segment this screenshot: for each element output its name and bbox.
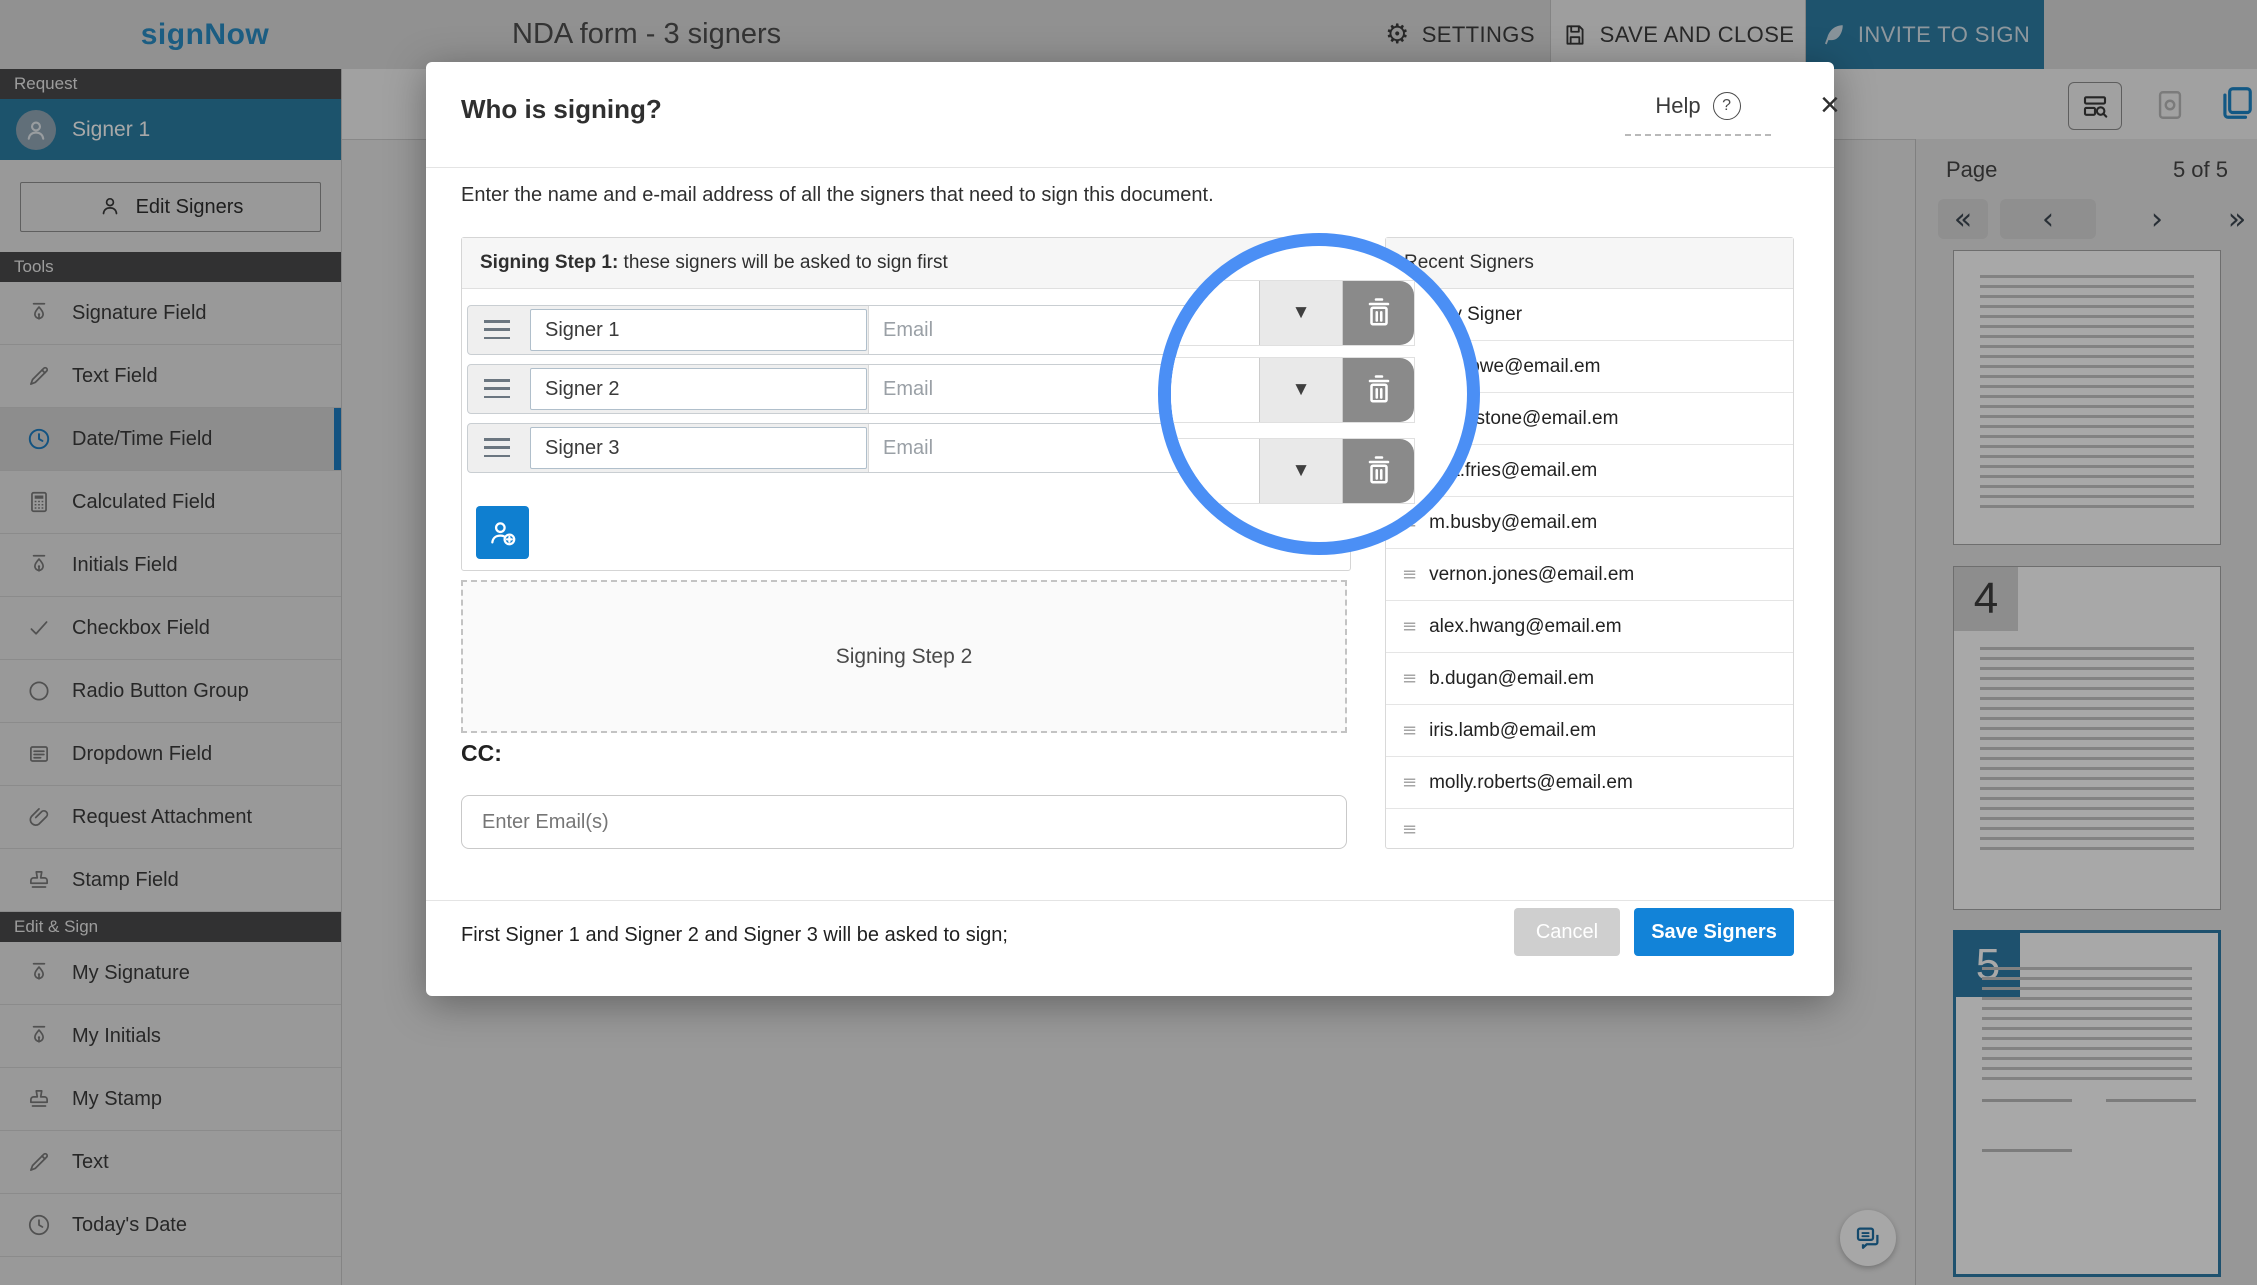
step1-title-bold: Signing Step 1:	[480, 252, 618, 274]
signer-name-input[interactable]	[530, 427, 867, 469]
add-signer-button[interactable]	[476, 506, 529, 559]
magnified-email-cell	[1158, 358, 1259, 422]
recent-signer-label: vernon.jones@email.em	[1429, 564, 1634, 586]
who-is-signing-modal: Who is signing? Help ? × Enter the name …	[426, 62, 1834, 996]
magnified-signer-row: ▼	[1158, 438, 1415, 504]
modal-footer-divider	[426, 900, 1834, 901]
magnified-email-cell	[1158, 281, 1259, 345]
drag-handle-icon: ≡	[1402, 819, 1417, 840]
recent-signer-label: alex.hwang@email.em	[1429, 616, 1622, 638]
magnified-delete-button	[1343, 281, 1414, 345]
recent-signer-item[interactable]: ≡ b.dugan@email.em	[1386, 653, 1793, 705]
magnified-email-cell	[1158, 439, 1259, 503]
cc-label: CC:	[461, 740, 502, 767]
magnified-dropdown-cell: ▼	[1259, 358, 1343, 422]
recent-signers-header: Recent Signers	[1386, 238, 1793, 289]
cancel-button[interactable]: Cancel	[1514, 908, 1620, 956]
signer-name-input[interactable]	[530, 309, 867, 351]
magnified-delete-button	[1343, 439, 1414, 503]
help-label: Help	[1655, 93, 1700, 119]
help-link[interactable]: Help ?	[1625, 92, 1771, 136]
modal-description: Enter the name and e-mail address of all…	[461, 184, 1214, 207]
recent-signer-item[interactable]: ≡ molly.roberts@email.em	[1386, 757, 1793, 809]
cc-email-input[interactable]	[461, 795, 1347, 849]
app-screen: signNow NDA form - 3 signers ⚙ SETTINGS …	[0, 0, 2257, 1285]
signing-step-2-label: Signing Step 2	[836, 645, 973, 669]
recent-signer-item[interactable]: ≡ vernon.jones@email.em	[1386, 549, 1793, 601]
trash-icon	[1361, 453, 1397, 489]
signing-order-note: First Signer 1 and Signer 2 and Signer 3…	[461, 924, 1008, 947]
drag-handle-icon: ≡	[1402, 616, 1417, 637]
trash-icon	[1361, 295, 1397, 331]
modal-header-divider	[426, 167, 1834, 168]
drag-handle-icon[interactable]	[484, 438, 510, 457]
recent-signer-label: b.dugan@email.em	[1429, 668, 1594, 690]
drag-handle-icon[interactable]	[484, 379, 510, 398]
magnified-dropdown-cell: ▼	[1259, 281, 1343, 345]
drag-handle-icon: ≡	[1402, 668, 1417, 689]
drag-handle-icon: ≡	[1402, 564, 1417, 585]
signing-step-2-dropzone[interactable]: Signing Step 2	[461, 580, 1347, 733]
recent-signer-label: m.busby@email.em	[1429, 512, 1597, 534]
drag-handle-icon[interactable]	[484, 320, 510, 339]
recent-signer-label: molly.roberts@email.em	[1429, 772, 1633, 794]
magnified-signer-row: ▼	[1158, 280, 1415, 346]
drag-handle-icon: ≡	[1402, 772, 1417, 793]
signer-name-input[interactable]	[530, 368, 867, 410]
step1-title-rest: these signers will be asked to sign firs…	[618, 252, 948, 274]
magnified-dropdown-cell: ▼	[1259, 439, 1343, 503]
recent-signer-label: iris.lamb@email.em	[1429, 720, 1596, 742]
recent-signer-item[interactable]: ≡ alex.hwang@email.em	[1386, 601, 1793, 653]
magnified-signer-row: ▼	[1158, 357, 1415, 423]
recent-signer-item-empty[interactable]: ≡	[1386, 809, 1793, 850]
magnified-delete-button	[1343, 358, 1414, 422]
recent-signer-item[interactable]: ≡m.busby@email.em	[1386, 497, 1793, 549]
recent-signer-item[interactable]: ≡ iris.lamb@email.em	[1386, 705, 1793, 757]
help-question-icon: ?	[1713, 92, 1741, 120]
close-button[interactable]: ×	[1820, 88, 1840, 122]
drag-handle-icon: ≡	[1402, 720, 1417, 741]
modal-title: Who is signing?	[461, 94, 662, 125]
save-signers-button[interactable]: Save Signers	[1634, 908, 1794, 956]
add-person-icon	[487, 517, 519, 549]
trash-icon	[1361, 372, 1397, 408]
magnifier-highlight-circle: ▼ ▼ ▼	[1158, 233, 1480, 555]
